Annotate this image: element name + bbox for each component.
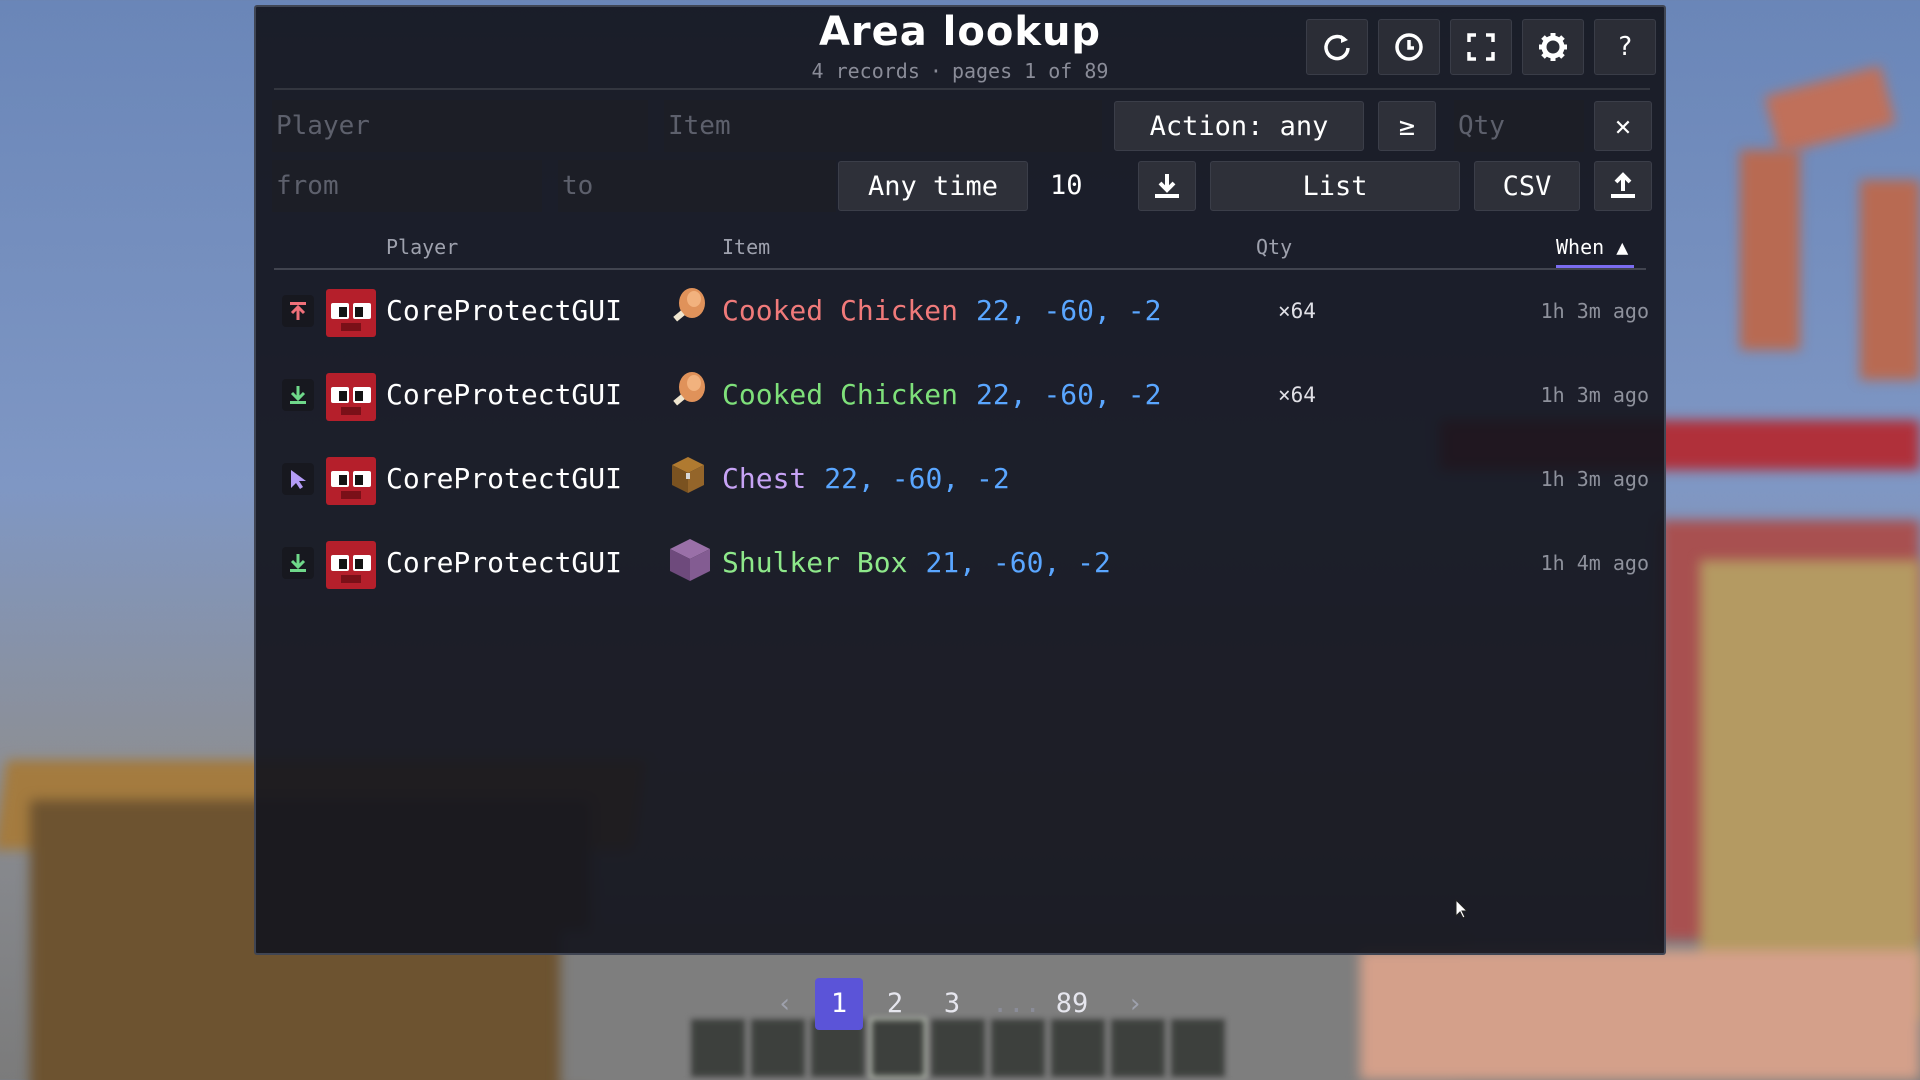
timestamp: 1h 3m ago xyxy=(1540,383,1649,407)
table-row[interactable]: CoreProtectGUI Cooked Chicken 22, -60, -2… xyxy=(274,277,1649,347)
remove-icon xyxy=(282,295,314,327)
item-name: Shulker Box xyxy=(722,546,908,579)
refresh-button[interactable] xyxy=(1306,19,1368,75)
column-header-player[interactable]: Player xyxy=(386,235,458,259)
close-icon: ✕ xyxy=(1614,110,1632,142)
download-button[interactable] xyxy=(1138,161,1196,211)
shulker-box-icon xyxy=(668,537,710,581)
column-header-divider xyxy=(274,268,1646,270)
item-entry: Chest 22, -60, -2 xyxy=(722,455,1010,503)
background-copper-1 xyxy=(1764,65,1896,155)
to-date-input[interactable]: to xyxy=(558,160,836,212)
coordinates-link[interactable]: 22, -60, -2 xyxy=(976,294,1161,327)
page-button-89[interactable]: 89 xyxy=(1050,978,1094,1030)
coordinates-link[interactable]: 22, -60, -2 xyxy=(824,462,1009,495)
timestamp: 1h 3m ago xyxy=(1540,299,1649,323)
qty-operator-button[interactable]: ≥ xyxy=(1378,101,1436,151)
area-lookup-panel: Area lookup 4 records · pages 1 of 89 ? … xyxy=(254,5,1666,955)
column-header-qty[interactable]: Qty xyxy=(1256,235,1292,259)
table-row[interactable]: CoreProtectGUI Shulker Box 21, -60, -2 1h… xyxy=(274,529,1649,599)
history-button[interactable] xyxy=(1378,19,1440,75)
player-name: CoreProtectGUI xyxy=(386,546,623,579)
help-icon: ? xyxy=(1617,32,1633,62)
item-name: Cooked Chicken xyxy=(722,294,959,327)
chest-icon xyxy=(668,453,708,497)
gear-icon xyxy=(1539,33,1567,61)
time-range-button[interactable]: Any time xyxy=(838,161,1028,211)
cooked-chicken-icon xyxy=(668,369,708,413)
player-name: CoreProtectGUI xyxy=(386,462,623,495)
player-name: CoreProtectGUI xyxy=(386,378,623,411)
download-icon xyxy=(1155,174,1179,198)
player-name: CoreProtectGUI xyxy=(386,294,623,327)
header-divider xyxy=(274,88,1650,90)
action-filter-button[interactable]: Action: any xyxy=(1114,101,1364,151)
page-button-2[interactable]: 2 xyxy=(880,978,910,1030)
background-pink-block xyxy=(1360,950,1920,1080)
next-page-button[interactable]: › xyxy=(1120,978,1150,1030)
add-icon xyxy=(282,547,314,579)
limit-input[interactable]: 10 xyxy=(1050,161,1083,211)
player-filter-input[interactable]: Player xyxy=(272,100,648,152)
add-icon xyxy=(282,379,314,411)
item-name: Cooked Chicken xyxy=(722,378,959,411)
background-copper-2 xyxy=(1740,150,1800,350)
page-ellipsis: ... xyxy=(992,988,1041,1019)
subtitle-separator: · xyxy=(929,59,942,83)
coordinates-link[interactable]: 21, -60, -2 xyxy=(925,546,1110,579)
avatar xyxy=(326,541,376,589)
item-entry: Cooked Chicken 22, -60, -2 xyxy=(722,287,1161,335)
click-icon xyxy=(282,463,314,495)
avatar xyxy=(326,457,376,505)
item-entry: Cooked Chicken 22, -60, -2 xyxy=(722,371,1161,419)
upload-button[interactable] xyxy=(1594,161,1652,211)
fullscreen-icon xyxy=(1467,33,1495,61)
clear-filters-button[interactable]: ✕ xyxy=(1594,101,1652,151)
timestamp: 1h 3m ago xyxy=(1540,467,1649,491)
page-button-1[interactable]: 1 xyxy=(815,978,863,1030)
coordinates-link[interactable]: 22, -60, -2 xyxy=(976,378,1161,411)
refresh-icon xyxy=(1324,34,1350,61)
timestamp: 1h 4m ago xyxy=(1540,551,1649,575)
from-date-input[interactable]: from xyxy=(272,160,542,212)
upload-icon xyxy=(1611,172,1635,198)
item-name: Chest xyxy=(722,462,807,495)
table-row[interactable]: CoreProtectGUI Cooked Chicken 22, -60, -2… xyxy=(274,361,1649,431)
settings-button[interactable] xyxy=(1522,19,1584,75)
avatar xyxy=(326,289,376,337)
list-view-button[interactable]: List xyxy=(1210,161,1460,211)
avatar xyxy=(326,373,376,421)
page-count: pages 1 of 89 xyxy=(951,59,1109,83)
fullscreen-button[interactable] xyxy=(1450,19,1512,75)
column-header-when[interactable]: When ▲ xyxy=(1556,235,1628,259)
column-header-item[interactable]: Item xyxy=(722,235,770,259)
background-copper-3 xyxy=(1860,180,1920,380)
quantity: ×64 xyxy=(1278,299,1316,323)
item-filter-input[interactable]: Item xyxy=(664,100,1102,152)
cursor-icon xyxy=(1455,898,1469,919)
prev-page-button[interactable]: ‹ xyxy=(770,978,800,1030)
item-entry: Shulker Box 21, -60, -2 xyxy=(722,539,1111,587)
page-button-3[interactable]: 3 xyxy=(937,978,967,1030)
table-row[interactable]: CoreProtectGUI Chest 22, -60, -2 1h 3m ag… xyxy=(274,445,1649,515)
csv-export-button[interactable]: CSV xyxy=(1474,161,1580,211)
quantity: ×64 xyxy=(1278,383,1316,407)
clock-icon xyxy=(1395,33,1423,61)
help-button[interactable]: ? xyxy=(1594,19,1656,75)
record-count: 4 records xyxy=(811,59,920,83)
qty-filter-input[interactable]: Qty xyxy=(1454,100,1584,152)
cooked-chicken-icon xyxy=(668,285,708,329)
